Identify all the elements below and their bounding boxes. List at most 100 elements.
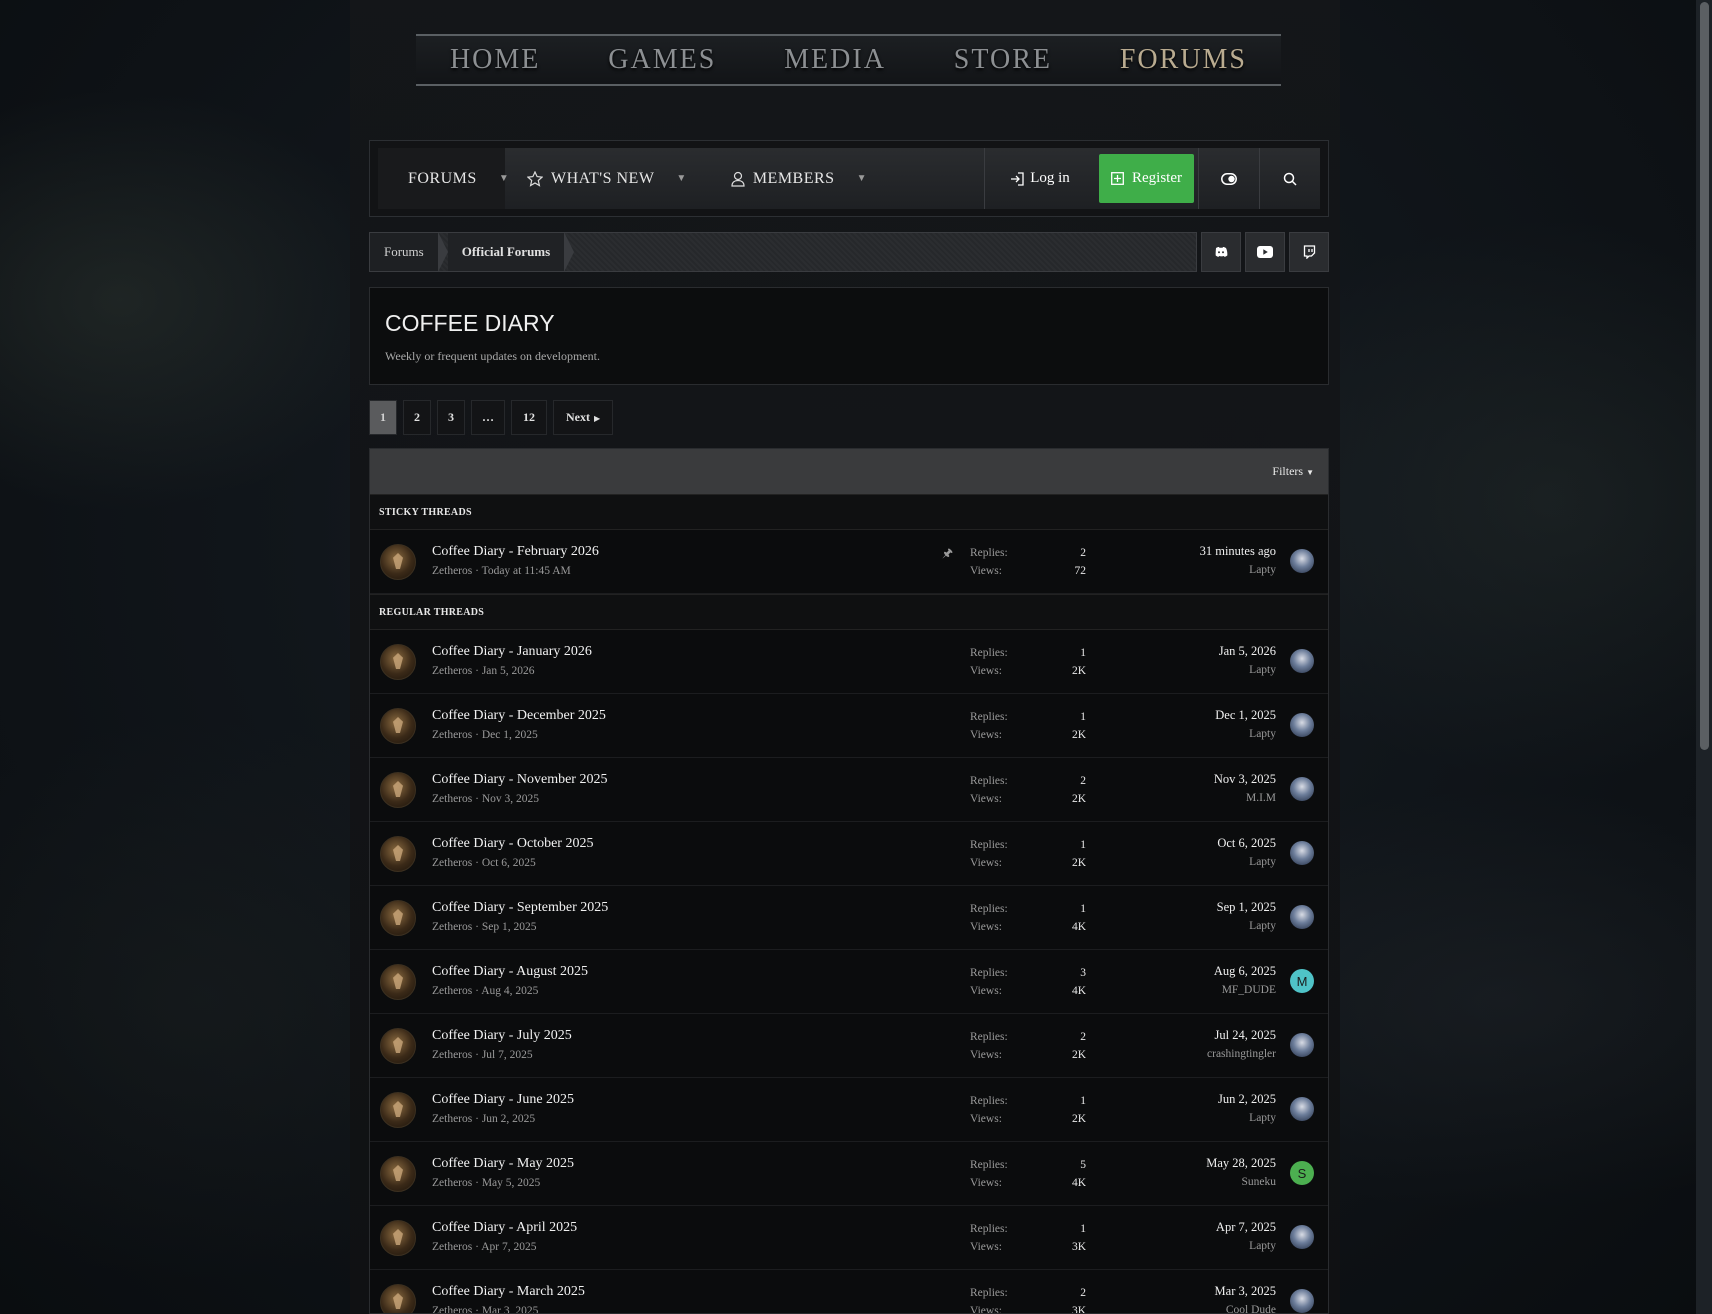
thread-start-date[interactable]: Jun 2, 2025 bbox=[482, 1113, 535, 1125]
breadcrumb-forums[interactable]: Forums bbox=[370, 233, 438, 271]
page-link-1[interactable]: 1 bbox=[369, 400, 397, 435]
thread-author[interactable]: Zetheros bbox=[432, 857, 472, 869]
last-poster-avatar[interactable] bbox=[1290, 713, 1314, 737]
page-link-2[interactable]: 2 bbox=[403, 400, 431, 435]
thread-author[interactable]: Zetheros bbox=[432, 1241, 472, 1253]
thread-author[interactable]: Zetheros bbox=[432, 921, 472, 933]
login-button[interactable]: Log in bbox=[984, 148, 1095, 209]
next-page-button[interactable]: Next ▶ bbox=[553, 400, 614, 435]
page-link-3[interactable]: 3 bbox=[437, 400, 465, 435]
register-button[interactable]: Register bbox=[1099, 154, 1194, 203]
topnav-forums[interactable]: FORUMS bbox=[1120, 44, 1247, 76]
thread-title[interactable]: Coffee Diary - March 2025 bbox=[432, 1284, 585, 1300]
thread-title[interactable]: Coffee Diary - June 2025 bbox=[432, 1092, 574, 1108]
author-avatar[interactable] bbox=[380, 836, 416, 872]
thread-title[interactable]: Coffee Diary - July 2025 bbox=[432, 1028, 572, 1044]
breadcrumb-official-forums[interactable]: Official Forums bbox=[447, 233, 565, 271]
chevron-down-icon[interactable]: ▼ bbox=[676, 173, 686, 184]
thread-start-date[interactable]: Jul 7, 2025 bbox=[482, 1049, 533, 1061]
scrollbar[interactable] bbox=[1696, 0, 1712, 1314]
thread-title[interactable]: Coffee Diary - January 2026 bbox=[432, 644, 592, 660]
last-post-date[interactable]: Jan 5, 2026 bbox=[1219, 644, 1276, 659]
page-ellipsis[interactable]: … bbox=[471, 400, 505, 435]
last-poster-name[interactable]: Lapty bbox=[1249, 564, 1276, 576]
thread-row[interactable]: Coffee Diary - August 2025 Zetheros · Aug… bbox=[370, 950, 1328, 1014]
last-post-date[interactable]: 31 minutes ago bbox=[1200, 544, 1276, 559]
author-avatar[interactable] bbox=[380, 964, 416, 1000]
topnav-media[interactable]: MEDIA bbox=[784, 44, 886, 76]
last-poster-avatar[interactable] bbox=[1290, 549, 1314, 573]
author-avatar[interactable] bbox=[380, 772, 416, 808]
last-post-date[interactable]: Mar 3, 2025 bbox=[1215, 1284, 1276, 1299]
last-poster-name[interactable]: crashingtingler bbox=[1207, 1048, 1276, 1060]
last-poster-avatar[interactable] bbox=[1290, 649, 1314, 673]
last-poster-avatar[interactable] bbox=[1290, 777, 1314, 801]
thread-title[interactable]: Coffee Diary - April 2025 bbox=[432, 1220, 577, 1236]
youtube-button[interactable] bbox=[1245, 232, 1285, 272]
author-avatar[interactable] bbox=[380, 1092, 416, 1128]
last-poster-avatar[interactable]: M bbox=[1290, 969, 1314, 993]
author-avatar[interactable] bbox=[380, 900, 416, 936]
last-poster-name[interactable]: Suneku bbox=[1242, 1176, 1277, 1188]
topnav-home[interactable]: HOME bbox=[450, 44, 540, 76]
last-poster-name[interactable]: Lapty bbox=[1249, 920, 1276, 932]
thread-start-date[interactable]: Mar 3, 2025 bbox=[482, 1305, 539, 1313]
topnav-store[interactable]: STORE bbox=[954, 44, 1052, 76]
thread-author[interactable]: Zetheros bbox=[432, 729, 472, 741]
tab-whats-new[interactable]: WHAT'S NEW ▼ bbox=[505, 148, 709, 209]
author-avatar[interactable] bbox=[380, 1220, 416, 1256]
last-poster-name[interactable]: Lapty bbox=[1249, 664, 1276, 676]
last-post-date[interactable]: Apr 7, 2025 bbox=[1216, 1220, 1276, 1235]
thread-row[interactable]: Coffee Diary - February 2026 Zetheros · T… bbox=[370, 530, 1328, 594]
last-poster-avatar[interactable] bbox=[1290, 1033, 1314, 1057]
last-post-date[interactable]: Nov 3, 2025 bbox=[1214, 772, 1276, 787]
last-poster-avatar[interactable] bbox=[1290, 1097, 1314, 1121]
page-link-12[interactable]: 12 bbox=[511, 400, 547, 435]
author-avatar[interactable] bbox=[380, 644, 416, 680]
author-avatar[interactable] bbox=[380, 708, 416, 744]
last-post-date[interactable]: Aug 6, 2025 bbox=[1214, 964, 1276, 979]
thread-title[interactable]: Coffee Diary - February 2026 bbox=[432, 544, 599, 560]
filters-button[interactable]: Filters ▼ bbox=[1272, 464, 1314, 479]
last-poster-avatar[interactable]: S bbox=[1290, 1161, 1314, 1185]
thread-start-date[interactable]: Aug 4, 2025 bbox=[481, 985, 538, 997]
thread-author[interactable]: Zetheros bbox=[432, 1113, 472, 1125]
last-post-date[interactable]: Sep 1, 2025 bbox=[1217, 900, 1276, 915]
thread-title[interactable]: Coffee Diary - October 2025 bbox=[432, 836, 593, 852]
last-poster-avatar[interactable] bbox=[1290, 1225, 1314, 1249]
thread-row[interactable]: Coffee Diary - May 2025 Zetheros · May 5,… bbox=[370, 1142, 1328, 1206]
last-poster-name[interactable]: M.I.M bbox=[1246, 792, 1276, 804]
last-poster-name[interactable]: Lapty bbox=[1249, 728, 1276, 740]
thread-title[interactable]: Coffee Diary - May 2025 bbox=[432, 1156, 574, 1172]
author-avatar[interactable] bbox=[380, 1156, 416, 1192]
twitch-button[interactable] bbox=[1289, 232, 1329, 272]
thread-title[interactable]: Coffee Diary - August 2025 bbox=[432, 964, 588, 980]
thread-row[interactable]: Coffee Diary - December 2025 Zetheros · D… bbox=[370, 694, 1328, 758]
thread-title[interactable]: Coffee Diary - November 2025 bbox=[432, 772, 607, 788]
last-poster-name[interactable]: MF_DUDE bbox=[1222, 984, 1276, 996]
last-poster-avatar[interactable] bbox=[1290, 841, 1314, 865]
thread-row[interactable]: Coffee Diary - November 2025 Zetheros · N… bbox=[370, 758, 1328, 822]
thread-start-date[interactable]: Jan 5, 2026 bbox=[482, 665, 535, 677]
thread-row[interactable]: Coffee Diary - March 2025 Zetheros · Mar … bbox=[370, 1270, 1328, 1313]
thread-row[interactable]: Coffee Diary - July 2025 Zetheros · Jul 7… bbox=[370, 1014, 1328, 1078]
thread-start-date[interactable]: Nov 3, 2025 bbox=[482, 793, 539, 805]
thread-author[interactable]: Zetheros bbox=[432, 1049, 472, 1061]
thread-start-date[interactable]: Apr 7, 2025 bbox=[481, 1241, 536, 1253]
thread-author[interactable]: Zetheros bbox=[432, 1177, 472, 1189]
thread-row[interactable]: Coffee Diary - June 2025 Zetheros · Jun 2… bbox=[370, 1078, 1328, 1142]
last-post-date[interactable]: May 28, 2025 bbox=[1206, 1156, 1276, 1171]
thread-start-date[interactable]: Oct 6, 2025 bbox=[482, 857, 536, 869]
thread-title[interactable]: Coffee Diary - December 2025 bbox=[432, 708, 606, 724]
last-post-date[interactable]: Dec 1, 2025 bbox=[1215, 708, 1276, 723]
thread-author[interactable]: Zetheros bbox=[432, 665, 472, 677]
thread-row[interactable]: Coffee Diary - January 2026 Zetheros · Ja… bbox=[370, 630, 1328, 694]
thread-author[interactable]: Zetheros bbox=[432, 985, 472, 997]
thread-title[interactable]: Coffee Diary - September 2025 bbox=[432, 900, 608, 916]
thread-start-date[interactable]: Sep 1, 2025 bbox=[482, 921, 537, 933]
last-post-date[interactable]: Jun 2, 2025 bbox=[1218, 1092, 1276, 1107]
author-avatar[interactable] bbox=[380, 544, 416, 580]
author-avatar[interactable] bbox=[380, 1028, 416, 1064]
last-poster-name[interactable]: Cool Dude bbox=[1226, 1304, 1276, 1313]
last-poster-name[interactable]: Lapty bbox=[1249, 856, 1276, 868]
